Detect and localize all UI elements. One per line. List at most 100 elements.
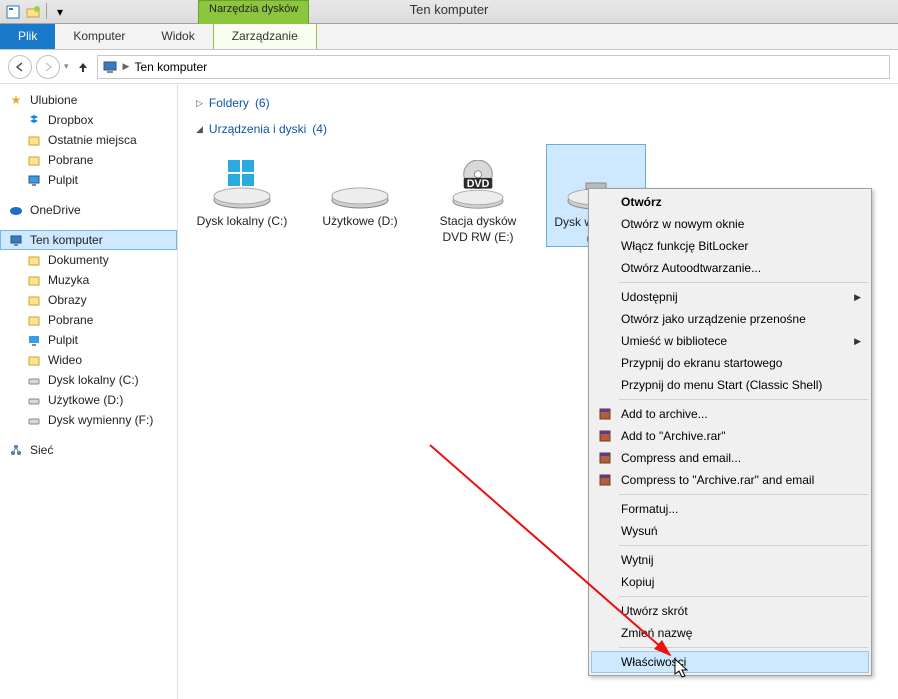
computer-icon	[8, 232, 24, 248]
ribbon-tabs: Plik Komputer Widok Zarządzanie	[0, 24, 898, 50]
sidebar-item-downloads[interactable]: Pobrane	[0, 150, 177, 170]
properties-icon[interactable]	[4, 3, 22, 21]
menu-open-new-window[interactable]: Otwórz w nowym oknie	[591, 213, 869, 235]
drive-dvd-e[interactable]: DVD Stacja dysków DVD RW (E:)	[428, 144, 528, 247]
network-icon	[8, 442, 24, 458]
back-button[interactable]	[8, 55, 32, 79]
sidebar-item-label: Pobrane	[48, 153, 93, 167]
sidebar-item-local-c[interactable]: Dysk lokalny (C:)	[0, 370, 177, 390]
recent-places-icon	[26, 132, 42, 148]
address-breadcrumb[interactable]: ▶ Ten komputer	[97, 55, 890, 79]
svg-text:DVD: DVD	[467, 178, 490, 190]
folder-icon	[26, 292, 42, 308]
folder-icon	[26, 352, 42, 368]
sidebar-item-label: Obrazy	[48, 293, 87, 307]
sidebar-item-label: Ulubione	[30, 93, 77, 107]
navigation-bar: ▾ ▶ Ten komputer	[0, 50, 898, 84]
drive-icon	[202, 144, 282, 210]
chevron-right-icon[interactable]: ▶	[120, 61, 133, 72]
sidebar-favorites[interactable]: ★ Ulubione	[0, 90, 177, 110]
sidebar-item-removable-f[interactable]: Dysk wymienny (F:)	[0, 410, 177, 430]
group-label: Urządzenia i dyski	[209, 122, 306, 136]
sidebar-item-desktop[interactable]: Pulpit	[0, 170, 177, 190]
tab-manage[interactable]: Zarządzanie	[213, 23, 317, 49]
menu-autoplay[interactable]: Otwórz Autoodtwarzanie...	[591, 257, 869, 279]
sidebar-item-music[interactable]: Muzyka	[0, 270, 177, 290]
tab-computer[interactable]: Komputer	[55, 23, 143, 49]
menu-separator	[619, 282, 868, 283]
submenu-arrow-icon: ▶	[854, 336, 861, 347]
drive-icon	[26, 412, 42, 428]
menu-bitlocker[interactable]: Włącz funkcję BitLocker	[591, 235, 869, 257]
sidebar-item-videos[interactable]: Wideo	[0, 350, 177, 370]
menu-label: Otwórz Autoodtwarzanie...	[621, 261, 761, 275]
separator	[46, 3, 47, 19]
sidebar-item-local-d[interactable]: Użytkowe (D:)	[0, 390, 177, 410]
drive-label: Stacja dysków DVD RW (E:)	[428, 214, 528, 245]
group-count: (4)	[312, 122, 327, 136]
sidebar-item-label: Dysk wymienny (F:)	[48, 413, 153, 427]
rar-icon	[597, 406, 613, 422]
breadcrumb-location[interactable]: Ten komputer	[134, 60, 207, 74]
sidebar-item-label: Pulpit	[48, 333, 78, 347]
menu-label: Add to archive...	[621, 407, 708, 421]
menu-library[interactable]: Umieść w bibliotece▶	[591, 330, 869, 352]
tab-view[interactable]: Widok	[143, 23, 212, 49]
sidebar-item-label: Dropbox	[48, 113, 93, 127]
navigation-pane: ★ Ulubione Dropbox Ostatnie miejsca Pobr…	[0, 84, 178, 699]
menu-share[interactable]: Udostępnij ▶	[591, 286, 869, 308]
menu-pin-start[interactable]: Przypnij do ekranu startowego	[591, 352, 869, 374]
folder-icon	[26, 312, 42, 328]
drive-local-c[interactable]: Dysk lokalny (C:)	[192, 144, 292, 247]
forward-button[interactable]	[36, 55, 60, 79]
sidebar-item-documents[interactable]: Dokumenty	[0, 250, 177, 270]
group-count: (6)	[255, 96, 270, 110]
sidebar-item-label: OneDrive	[30, 203, 81, 217]
sidebar-network[interactable]: Sieć	[0, 440, 177, 460]
sidebar-item-pictures[interactable]: Obrazy	[0, 290, 177, 310]
sidebar-item-dropbox[interactable]: Dropbox	[0, 110, 177, 130]
group-label: Foldery	[209, 96, 249, 110]
sidebar-item-label: Pobrane	[48, 313, 93, 327]
menu-add-archive[interactable]: Add to archive...	[591, 403, 869, 425]
recent-dropdown-icon[interactable]: ▾	[64, 61, 69, 72]
new-folder-icon[interactable]	[24, 3, 42, 21]
menu-label: Przypnij do menu Start (Classic Shell)	[621, 378, 822, 392]
title-bar: ▾ Narzędzia dysków Ten komputer	[0, 0, 898, 24]
qat-dropdown-icon[interactable]: ▾	[51, 3, 69, 21]
sidebar-item-desktop2[interactable]: Pulpit	[0, 330, 177, 350]
sidebar-item-label: Pulpit	[48, 173, 78, 187]
up-button[interactable]	[73, 57, 93, 77]
folder-icon	[26, 152, 42, 168]
folder-icon	[26, 272, 42, 288]
sidebar-item-label: Ten komputer	[30, 233, 103, 247]
sidebar-item-label: Użytkowe (D:)	[48, 393, 123, 407]
submenu-arrow-icon: ▶	[854, 292, 861, 303]
menu-portable[interactable]: Otwórz jako urządzenie przenośne	[591, 308, 869, 330]
quick-access-toolbar: ▾	[0, 3, 73, 21]
sidebar-this-pc[interactable]: Ten komputer	[0, 230, 177, 250]
star-icon: ★	[8, 92, 24, 108]
sidebar-item-recent[interactable]: Ostatnie miejsca	[0, 130, 177, 150]
menu-label: Otwórz w nowym oknie	[621, 217, 744, 231]
drive-icon	[26, 392, 42, 408]
sidebar-item-label: Sieć	[30, 443, 53, 457]
sidebar-item-label: Muzyka	[48, 273, 89, 287]
file-tab[interactable]: Plik	[0, 23, 55, 49]
collapse-icon: ▷	[196, 98, 203, 109]
menu-pin-classic[interactable]: Przypnij do menu Start (Classic Shell)	[591, 374, 869, 396]
menu-label: Udostępnij	[621, 290, 678, 304]
sidebar-item-downloads2[interactable]: Pobrane	[0, 310, 177, 330]
menu-open[interactable]: Otwórz	[591, 191, 869, 213]
drive-local-d[interactable]: Użytkowe (D:)	[310, 144, 410, 247]
desktop-icon	[26, 172, 42, 188]
menu-label: Przypnij do ekranu startowego	[621, 356, 782, 370]
drive-label: Dysk lokalny (C:)	[192, 214, 292, 230]
menu-separator	[619, 399, 868, 400]
group-header-folders[interactable]: ▷ Foldery (6)	[192, 92, 884, 118]
annotation-arrow	[420, 435, 700, 675]
sidebar-onedrive[interactable]: OneDrive	[0, 200, 177, 220]
drive-label: Użytkowe (D:)	[310, 214, 410, 230]
desktop-icon	[26, 332, 42, 348]
group-header-drives[interactable]: ◢ Urządzenia i dyski (4)	[192, 118, 884, 144]
